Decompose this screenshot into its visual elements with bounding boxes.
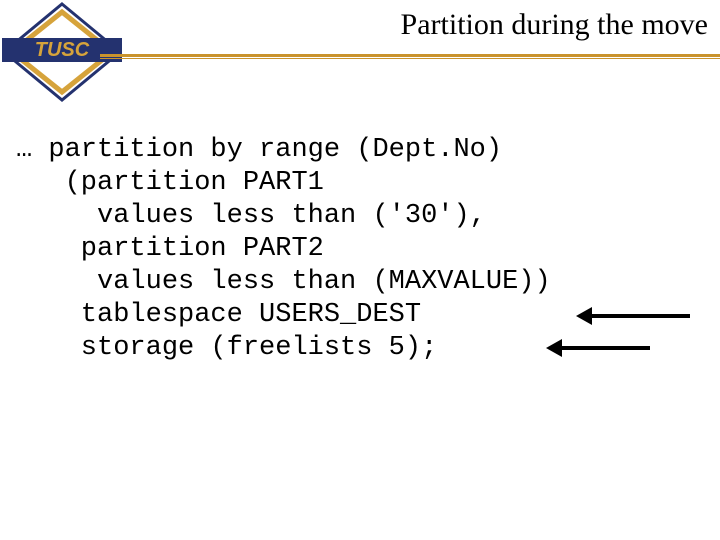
callout-arrow-storage: [560, 346, 650, 350]
logo-text: TUSC: [35, 39, 90, 61]
code-line-5: values less than (MAXVALUE)): [16, 267, 551, 297]
slide-header: TUSC Partition during the move: [0, 0, 720, 80]
code-line-3: values less than ('30'),: [16, 201, 486, 231]
code-line-4: partition PART2: [16, 234, 324, 264]
slide-title: Partition during the move: [160, 8, 708, 42]
header-rule-thick: [100, 54, 720, 57]
tusc-logo: TUSC: [2, 2, 122, 102]
code-block: … partition by range (Dept.No) (partitio…: [16, 134, 551, 365]
header-rule-thin: [100, 58, 720, 59]
code-line-2: (partition PART1: [16, 168, 324, 198]
callout-arrow-tablespace: [590, 314, 690, 318]
code-line-7: storage (freelists 5);: [16, 333, 437, 363]
code-line-6: tablespace USERS_DEST: [16, 300, 421, 330]
code-line-1: … partition by range (Dept.No): [16, 135, 502, 165]
